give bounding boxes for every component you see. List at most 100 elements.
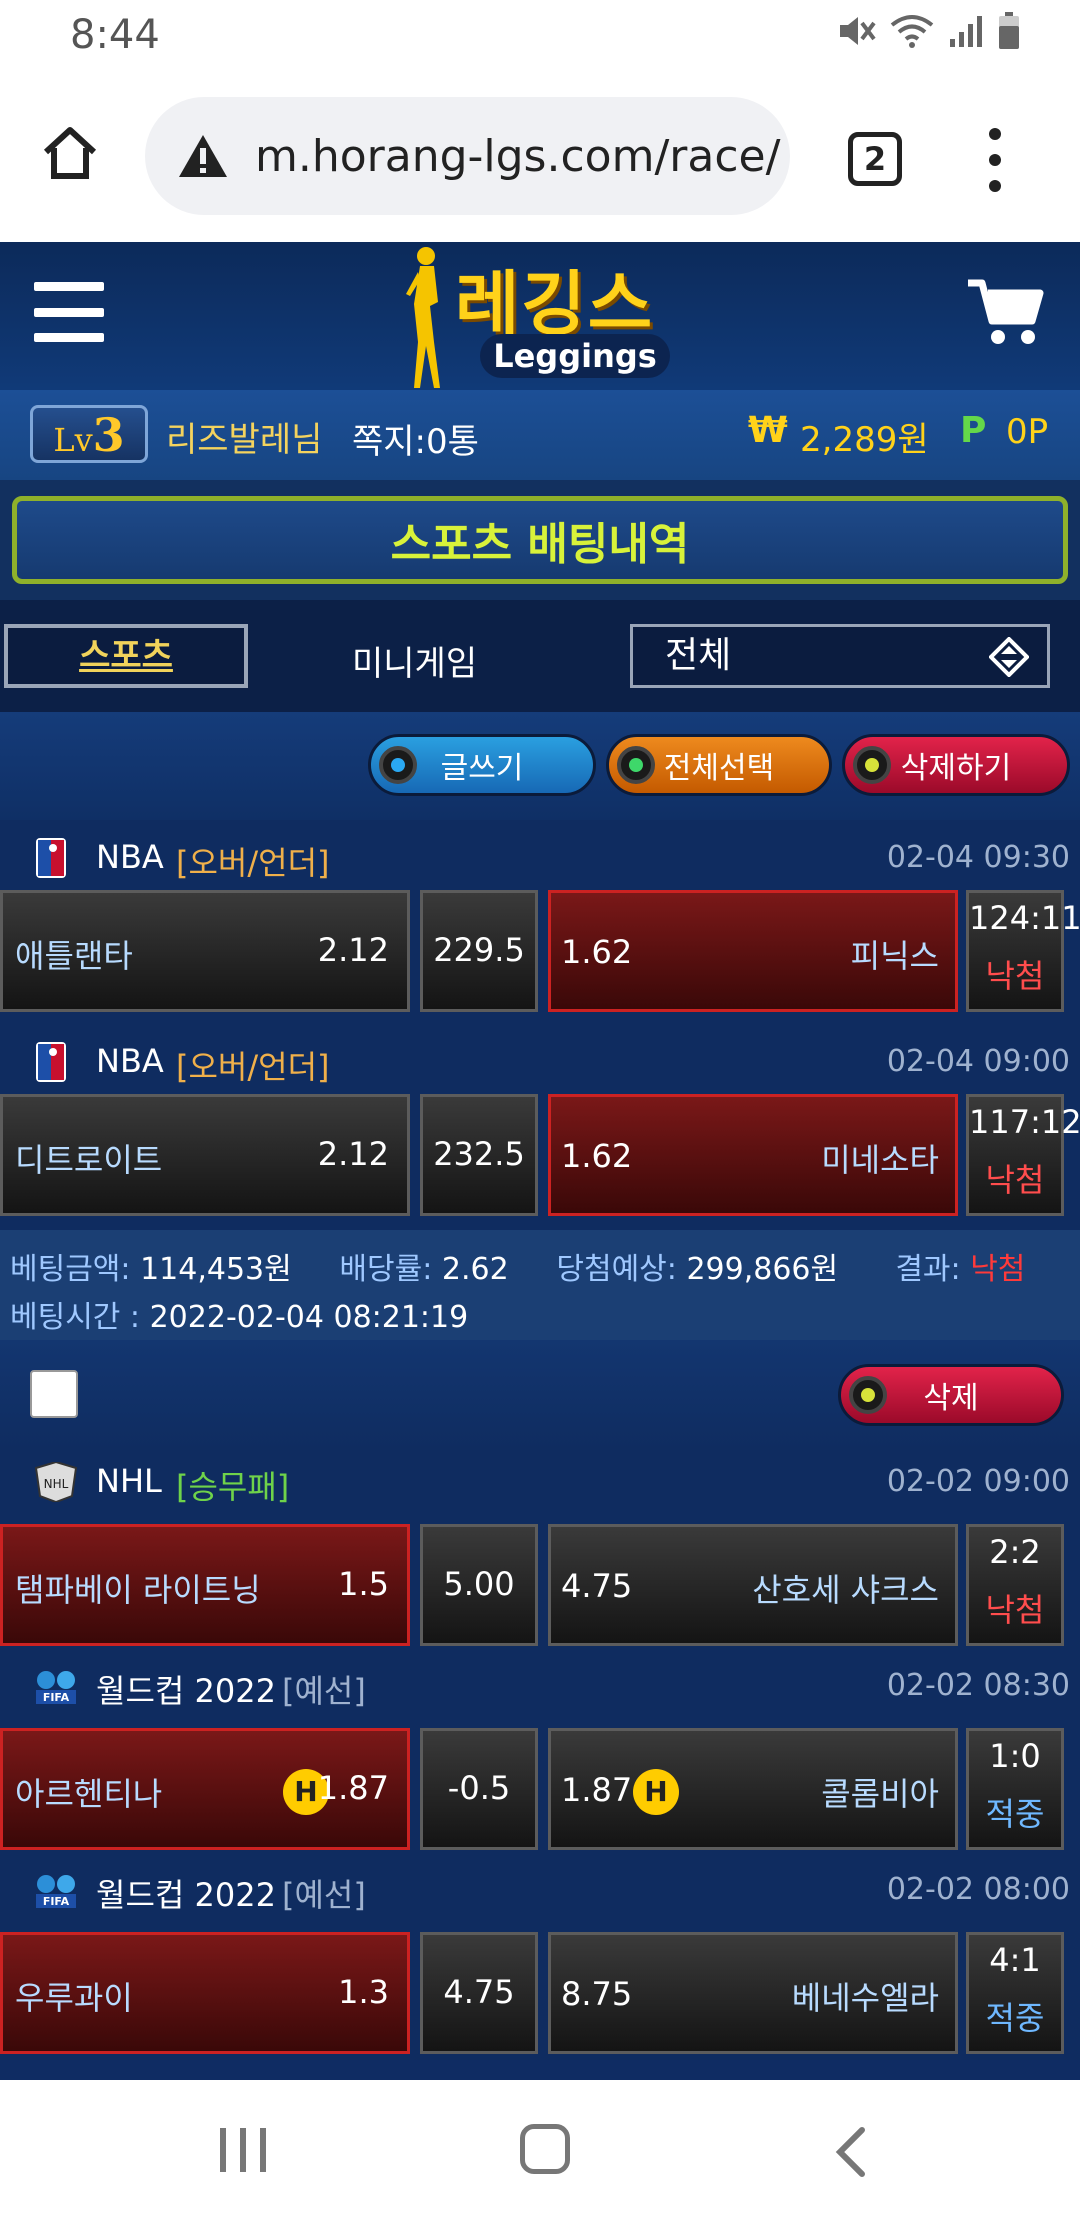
tab-switcher-button[interactable]: 2 (848, 132, 902, 186)
home-team-cell[interactable]: 애틀랜타 2.12 (0, 890, 410, 1012)
game-time: 02-02 08:30 (886, 1668, 1070, 1703)
draw-odds: 4.75 (443, 1973, 515, 2011)
away-team: 미네소타 (821, 1141, 939, 1179)
line-cell[interactable]: 229.5 (420, 890, 538, 1012)
league-name: NBA (96, 1042, 164, 1080)
home-team: 애틀랜타 (15, 937, 133, 975)
delete-button[interactable]: 삭제 (838, 1364, 1064, 1426)
page-title: 스포츠 배팅내역 (390, 519, 690, 570)
away-team-cell[interactable]: 1.87 H 콜롬비아 (548, 1728, 958, 1850)
handicap-cell[interactable]: -0.5 (420, 1728, 538, 1850)
league-row: NHL NHL [승무패] 02-02 09:00 (0, 1450, 1080, 1510)
draw-cell[interactable]: 5.00 (420, 1524, 538, 1646)
wifi-icon (890, 15, 934, 48)
svg-text:FIFA: FIFA (43, 1691, 70, 1704)
url-text[interactable]: m.horang-lgs.com/race/ (255, 131, 780, 182)
status-time: 8:44 (70, 12, 160, 58)
actions-row: 글쓰기 전체선택 삭제하기 (0, 712, 1080, 820)
home-icon[interactable] (40, 122, 100, 182)
bet-summary: 베팅금액: 114,453원 배당률: 2.62 당첨예상: 299,866원 … (0, 1230, 1080, 1340)
title-area: 스포츠 배팅내역 (0, 480, 1080, 600)
bet-checkbox[interactable] (30, 1370, 78, 1418)
home-team-cell[interactable]: 아르헨티나 H 1.87 (0, 1728, 410, 1850)
game-time: 02-02 08:00 (886, 1872, 1070, 1907)
result-cell: 117:128 낙첨 (966, 1094, 1080, 1216)
recent-apps-icon[interactable] (220, 2128, 266, 2172)
svg-text:NHL: NHL (44, 1477, 69, 1491)
rate-label: 배당률: (339, 1252, 433, 1287)
league-name: NHL (96, 1462, 162, 1500)
away-team-cell[interactable]: 1.62 피닉스 (548, 890, 958, 1012)
browser-toolbar: m.horang-lgs.com/race/ 2 (0, 72, 1080, 242)
away-team: 콜롬비아 (821, 1775, 939, 1813)
result-cell: 124:115 낙첨 (966, 890, 1080, 1012)
away-team-cell[interactable]: 1.62 미네소타 (548, 1094, 958, 1216)
league-row: FIFA 월드컵 2022 [예선] 02-02 08:00 (0, 1858, 1080, 1918)
select-all-button[interactable]: 전체선택 (606, 734, 832, 796)
home-odds: 1.87 (317, 1769, 389, 1807)
result-status: 낙첨 (985, 1591, 1045, 1629)
bet-rate: 2.62 (441, 1252, 509, 1287)
game-row: 우루과이 1.3 4.75 8.75 베네수엘라 4:1 적중 (0, 1932, 1080, 2054)
back-icon[interactable] (830, 2126, 870, 2178)
site-header: 레깅스 Leggings (0, 242, 1080, 390)
game-row: 아르헨티나 H 1.87 -0.5 1.87 H 콜롬비아 1:0 적중 (0, 1728, 1080, 1850)
bet-time: 2022-02-04 08:21:19 (149, 1300, 469, 1335)
delete-selected-button[interactable]: 삭제하기 (842, 734, 1070, 796)
site-logo[interactable]: 레깅스 Leggings (400, 242, 690, 390)
game-row: 디트로이트 2.12 232.5 1.62 미네소타 117:128 낙첨 (0, 1094, 1080, 1216)
score: 4:1 (989, 1941, 1041, 1979)
tab-minigame[interactable]: 미니게임 (352, 636, 477, 685)
bet-time-label: 베팅시간 : (10, 1300, 141, 1335)
expected-win: 299,866원 (686, 1252, 839, 1287)
browser-menu-button[interactable] (980, 128, 1010, 192)
away-team: 산호세 샤크스 (752, 1571, 939, 1609)
game-row: 애틀랜타 2.12 229.5 1.62 피닉스 124:115 낙첨 (0, 890, 1080, 1012)
cart-icon[interactable] (966, 277, 1046, 347)
url-bar[interactable]: m.horang-lgs.com/race/ (145, 97, 790, 215)
amount-label: 베팅금액: (10, 1252, 131, 1287)
away-team: 베네수엘라 (791, 1979, 939, 2017)
bet-type: [예선] (282, 1672, 366, 1710)
away-team-cell[interactable]: 8.75 베네수엘라 (548, 1932, 958, 2054)
level-badge: Lv 3 (30, 405, 148, 463)
warning-icon[interactable] (177, 133, 229, 179)
home-odds: 1.5 (338, 1565, 389, 1603)
bet-select-row: 삭제 (0, 1340, 1080, 1450)
home-nav-icon[interactable] (520, 2124, 570, 2174)
logo-figure-icon (406, 247, 440, 388)
handicap-badge-icon: H (633, 1769, 679, 1815)
status-bar: 8:44 (0, 0, 1080, 72)
filter-select[interactable]: 전체 (630, 624, 1050, 688)
button-dot-icon (617, 746, 655, 784)
away-team-cell[interactable]: 4.75 산호세 샤크스 (548, 1524, 958, 1646)
logo-english-text: Leggings (480, 334, 670, 378)
line-cell[interactable]: 232.5 (420, 1094, 538, 1216)
username[interactable]: 리즈발레님 (166, 412, 322, 461)
score: 1:0 (989, 1737, 1041, 1775)
game-time: 02-04 09:00 (886, 1044, 1070, 1079)
summary-line-2: 베팅시간 : 2022-02-04 08:21:19 (10, 1292, 468, 1336)
draw-cell[interactable]: 4.75 (420, 1932, 538, 2054)
league-row: NBA [오버/언더] 02-04 09:00 (0, 1030, 1080, 1090)
nba-logo-icon (36, 1042, 66, 1082)
nhl-logo-icon: NHL (34, 1462, 78, 1502)
home-team-cell[interactable]: 탬파베이 라이트닝 1.5 (0, 1524, 410, 1646)
points: 0P (1006, 412, 1049, 452)
result-status: 적중 (985, 1795, 1045, 1833)
draw-odds: 5.00 (443, 1565, 515, 1603)
tabs-row: 스포츠 미니게임 전체 (0, 600, 1080, 712)
nba-logo-icon (36, 838, 66, 878)
write-button[interactable]: 글쓰기 (368, 734, 596, 796)
home-team-cell[interactable]: 디트로이트 2.12 (0, 1094, 410, 1216)
tab-sports[interactable]: 스포츠 (4, 624, 248, 688)
home-team-cell[interactable]: 우루과이 1.3 (0, 1932, 410, 2054)
bet-type: [승무패] (176, 1468, 290, 1506)
game-time: 02-02 09:00 (886, 1464, 1070, 1499)
hamburger-menu-icon[interactable] (34, 282, 104, 342)
league-name: NBA (96, 838, 164, 876)
delete-selected-button-label: 삭제하기 (900, 751, 1012, 786)
bet-amount: 114,453원 (140, 1252, 292, 1287)
select-all-button-label: 전체선택 (663, 751, 775, 786)
messages-link[interactable]: 쪽지:0통 (352, 414, 479, 463)
